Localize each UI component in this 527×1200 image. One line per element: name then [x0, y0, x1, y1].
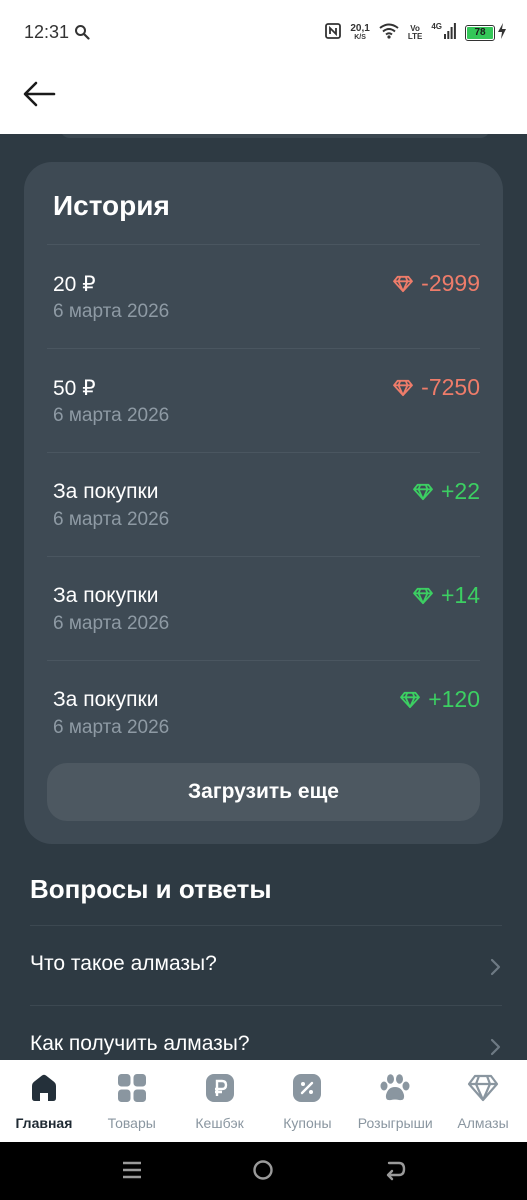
status-time: 12:31	[24, 22, 70, 42]
history-row-amount-value: +22	[440, 478, 480, 504]
history-row-amount: +120	[400, 686, 480, 713]
nfc-icon	[325, 22, 342, 44]
home-icon	[28, 1072, 60, 1104]
nav-label: Купоны	[283, 1115, 332, 1131]
load-more-button[interactable]: Загрузить еще	[47, 763, 480, 821]
previous-card-edge	[60, 134, 490, 138]
history-row: 20 ₽ 6 марта 2026 -2999	[47, 244, 480, 348]
nav-item-cashback[interactable]: Кешбэк	[176, 1060, 264, 1142]
status-icons: 20,1 K/S Vo LTE 4G 78	[325, 20, 507, 46]
wifi-icon	[379, 23, 399, 44]
faq-list: Что такое алмазы? Как получить алмазы?	[30, 925, 502, 1060]
app-bar	[0, 64, 527, 134]
history-row-amount: +14	[413, 582, 480, 609]
history-row-title: 20 ₽	[53, 273, 96, 296]
home-button-icon[interactable]	[252, 1159, 274, 1186]
network-type: 4G	[431, 21, 442, 31]
net-speed-value: 20,1	[350, 23, 370, 34]
ruble-icon	[204, 1072, 236, 1104]
bottom-nav: Главная Товары Кешбэк Купоны Розыгрыши А…	[0, 1060, 527, 1142]
history-row-title: За покупки	[53, 480, 159, 503]
history-card: История 20 ₽ 6 марта 2026 -2999 50 ₽ 6 м…	[24, 162, 503, 844]
nav-label: Товары	[107, 1115, 156, 1131]
history-row-amount-value: -7250	[421, 374, 480, 400]
history-row-date: 6 марта 2026	[53, 301, 170, 322]
faq-item[interactable]: Как получить алмазы?	[30, 1005, 502, 1060]
history-row: За покупки 6 марта 2026 +22	[47, 452, 480, 556]
back-nav-icon[interactable]	[384, 1159, 406, 1186]
history-row-date: 6 марта 2026	[53, 509, 170, 530]
arrow-left-icon	[23, 81, 56, 107]
volte-bottom: LTE	[407, 32, 423, 41]
chevron-right-icon	[490, 958, 502, 981]
search-icon	[74, 24, 90, 45]
history-row-amount-value: -2999	[421, 270, 480, 296]
faq-title: Вопросы и ответы	[30, 874, 272, 904]
paw-icon	[379, 1072, 411, 1104]
diamond-icon	[393, 275, 414, 292]
diamond-icon	[393, 379, 414, 396]
diamond-icon	[413, 587, 433, 604]
faq-item[interactable]: Что такое алмазы?	[30, 925, 502, 1005]
net-speed-unit: K/S	[354, 34, 366, 41]
nav-label: Главная	[15, 1115, 73, 1131]
main-content[interactable]: История 20 ₽ 6 марта 2026 -2999 50 ₽ 6 м…	[0, 134, 527, 1060]
history-row-date: 6 марта 2026	[53, 613, 170, 634]
battery-level: 78	[467, 27, 493, 39]
diamond-icon	[467, 1072, 499, 1104]
history-row-amount: +22	[413, 478, 480, 505]
history-list: 20 ₽ 6 марта 2026 -2999 50 ₽ 6 марта 202…	[47, 244, 480, 764]
history-row-title: За покупки	[53, 584, 159, 607]
signal-icon	[444, 22, 456, 44]
charging-icon	[497, 22, 507, 44]
history-row-amount-value: +120	[428, 686, 480, 712]
history-row-date: 6 марта 2026	[53, 717, 170, 738]
history-row-date: 6 марта 2026	[53, 405, 170, 426]
nav-label: Кешбэк	[195, 1115, 244, 1131]
nav-label: Розыгрыши	[357, 1115, 433, 1131]
nav-item-giveaways[interactable]: Розыгрыши	[351, 1060, 439, 1142]
nav-item-products[interactable]: Товары	[88, 1060, 176, 1142]
diamond-icon	[400, 691, 421, 708]
faq-question: Что такое алмазы?	[30, 952, 217, 975]
battery-icon: 78	[465, 25, 495, 41]
signal-group: 4G	[431, 21, 456, 44]
history-title: История	[53, 190, 170, 221]
net-speed: 20,1 K/S	[350, 24, 369, 42]
history-row: 50 ₽ 6 марта 2026 -7250	[47, 348, 480, 452]
chevron-right-icon	[490, 1038, 502, 1060]
nav-item-coupons[interactable]: Купоны	[263, 1060, 351, 1142]
grid-icon	[116, 1072, 148, 1104]
diamond-icon	[413, 483, 433, 500]
faq-question: Как получить алмазы?	[30, 1032, 250, 1055]
menu-icon[interactable]	[121, 1159, 143, 1186]
history-row-amount-value: +14	[440, 582, 480, 608]
history-row-title: За покупки	[53, 688, 159, 711]
coupon-icon	[291, 1072, 323, 1104]
status-bar: 12:31 20,1 K/S Vo LTE 4G 78	[0, 0, 527, 64]
history-row-amount: -7250	[393, 374, 480, 401]
system-nav-bar	[0, 1142, 527, 1200]
nav-label: Алмазы	[457, 1115, 509, 1131]
back-button[interactable]	[22, 78, 62, 110]
battery-group: 78	[465, 22, 507, 44]
volte-indicator: Vo LTE	[408, 25, 423, 41]
history-row: За покупки 6 марта 2026 +120	[47, 660, 480, 764]
history-row-amount: -2999	[393, 270, 480, 297]
history-row: За покупки 6 марта 2026 +14	[47, 556, 480, 660]
history-row-title: 50 ₽	[53, 377, 96, 400]
nav-item-home[interactable]: Главная	[0, 1060, 88, 1142]
nav-item-diamonds[interactable]: Алмазы	[439, 1060, 527, 1142]
